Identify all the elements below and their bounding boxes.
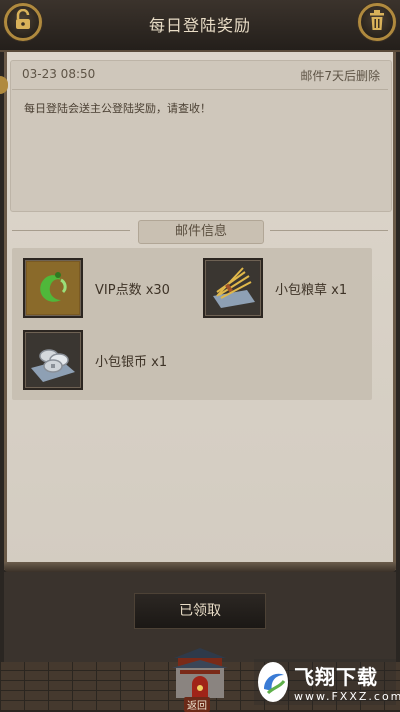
section-title: 邮件信息 (138, 220, 264, 244)
watermark-sub: www.FXXZ.com (294, 690, 400, 703)
attachment-item-silver[interactable]: 小包银币 x1 (23, 330, 167, 390)
panel-edge (4, 562, 396, 572)
city-gate-icon (172, 648, 228, 698)
watermark: 飞翔下载 www.FXXZ.com (254, 659, 400, 705)
divider (12, 230, 130, 231)
mail-expire-note: 邮件7天后删除 (300, 69, 380, 83)
divider (12, 89, 388, 90)
page-title: 每日登陆奖励 (148, 16, 251, 35)
attachment-label: 小包银币 x1 (95, 354, 168, 370)
delete-button[interactable] (358, 3, 396, 41)
top-bar: 每日登陆奖励 (0, 0, 400, 52)
grain-bundle-icon (203, 258, 263, 318)
attachments-header: 邮件信息 (12, 218, 388, 244)
silver-coins-icon (23, 330, 83, 390)
attachment-item-vip[interactable]: VIP点数 x30 (23, 258, 170, 318)
divider (270, 230, 388, 231)
mail-date: 03-23 08:50 (22, 67, 96, 81)
attachment-label: 小包粮草 x1 (275, 282, 348, 298)
attachment-item-grain[interactable]: 小包粮草 x1 (203, 258, 347, 318)
attachment-label: VIP点数 x30 (95, 282, 170, 298)
claimed-button[interactable]: 已领取 (134, 593, 266, 629)
back-label: 返回 (184, 697, 210, 712)
watermark-logo-icon (258, 662, 288, 702)
trash-icon (367, 9, 387, 35)
watermark-main: 飞翔下载 (294, 665, 378, 689)
vip-points-icon (23, 258, 83, 318)
mail-body: 每日登陆会送主公登陆奖励，请查收！ (24, 102, 211, 115)
back-button[interactable] (170, 644, 230, 702)
